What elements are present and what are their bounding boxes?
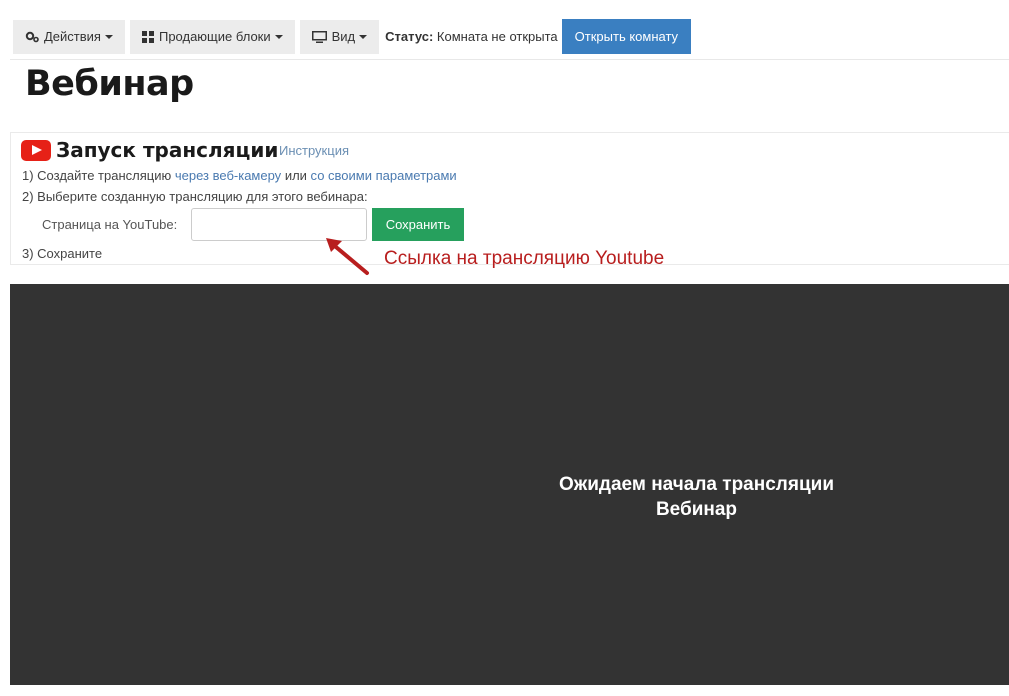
selling-blocks-label: Продающие блоки	[158, 29, 271, 44]
step1-mid: или	[284, 168, 307, 183]
broadcast-title: Запуск трансляции	[56, 138, 279, 162]
webcam-link[interactable]: через веб-камеру	[175, 168, 281, 183]
monitor-icon	[311, 30, 327, 43]
toolbar: Действия Продающие блоки Вид Статус: Ком…	[13, 19, 692, 54]
save-button[interactable]: Сохранить	[372, 208, 464, 241]
arrow-icon	[326, 238, 369, 275]
status-value: Комната не открыта	[436, 29, 558, 44]
youtube-page-label: Страница на YouTube:	[42, 217, 178, 232]
divider	[10, 59, 1009, 60]
step-1: 1) Создайте трансляцию через веб-камеру …	[22, 168, 457, 183]
view-dropdown[interactable]: Вид	[299, 19, 380, 54]
step-3: 3) Сохраните	[22, 246, 103, 261]
room-status: Статус: Комната не открыта	[385, 29, 558, 44]
waiting-line-1: Ожидаем начала трансляции	[558, 474, 834, 495]
actions-label: Действия	[44, 29, 101, 44]
youtube-icon	[21, 140, 51, 161]
broadcast-panel: Запуск трансляции Инструкция 1) Создайте…	[10, 132, 1009, 265]
chevron-down-icon	[274, 34, 283, 39]
annotation-text: Ссылка на трансляцию Youtube	[384, 248, 665, 269]
grid-icon	[141, 30, 154, 43]
selling-blocks-dropdown[interactable]: Продающие блоки	[129, 19, 295, 54]
open-room-button[interactable]: Открыть комнату	[561, 19, 692, 54]
chevron-down-icon	[104, 34, 113, 39]
custom-params-link[interactable]: со своими параметрами	[311, 168, 457, 183]
instruction-link[interactable]: Инструкция	[279, 143, 349, 158]
gears-icon	[25, 31, 39, 43]
chevron-down-icon	[359, 34, 368, 39]
step1-prefix: 1) Создайте трансляцию	[22, 168, 172, 183]
page-title: Вебинар	[25, 64, 194, 104]
waiting-message: Ожидаем начала трансляции Вебинар	[10, 472, 1009, 522]
step-2: 2) Выберите созданную трансляцию для это…	[22, 189, 368, 204]
actions-dropdown[interactable]: Действия	[13, 19, 125, 54]
video-player[interactable]: Ожидаем начала трансляции Вебинар	[10, 284, 1009, 685]
waiting-line-2: Вебинар	[655, 499, 738, 520]
view-label: Вид	[331, 29, 356, 44]
status-key: Статус:	[385, 29, 434, 44]
